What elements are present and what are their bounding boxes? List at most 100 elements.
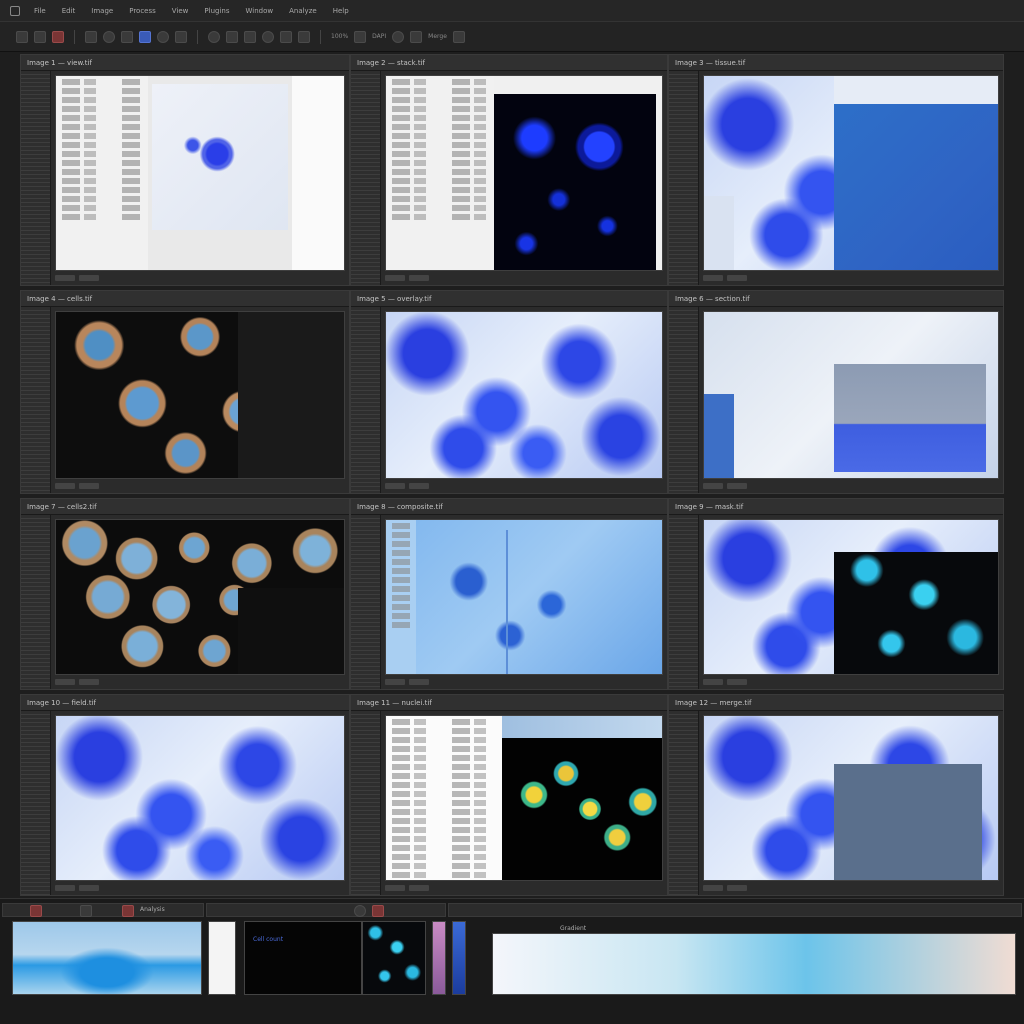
pane-header[interactable]: Image 7 — cells2.tif xyxy=(21,499,349,515)
image-pane[interactable]: Image 1 — view.tif xyxy=(20,54,350,286)
image-canvas[interactable] xyxy=(385,311,663,479)
thumbnail-strip[interactable] xyxy=(452,921,466,995)
pane-header[interactable]: Image 8 — composite.tif xyxy=(351,499,667,515)
image-canvas[interactable] xyxy=(55,311,345,479)
image-canvas[interactable] xyxy=(385,519,663,675)
inset-image xyxy=(834,364,986,472)
image-canvas[interactable] xyxy=(55,715,345,881)
close-icon[interactable] xyxy=(30,905,42,917)
pane-side-ruler xyxy=(21,71,51,285)
image-pane[interactable]: Image 8 — composite.tif xyxy=(350,498,668,690)
line-tool-icon[interactable] xyxy=(244,30,256,43)
target-icon[interactable] xyxy=(354,905,366,917)
pane-header[interactable]: Image 12 — merge.tif xyxy=(669,695,1003,711)
image-pane[interactable]: Image 12 — merge.tif xyxy=(668,694,1004,896)
point-tool-icon[interactable] xyxy=(262,30,274,43)
pane-header[interactable]: Image 1 — view.tif xyxy=(21,55,349,71)
pane-header[interactable]: Image 3 — tissue.tif xyxy=(669,55,1003,71)
menu-file[interactable]: File xyxy=(26,0,54,22)
polygon-select-icon[interactable] xyxy=(121,30,133,43)
image-canvas[interactable] xyxy=(55,75,345,271)
thumbnail-text[interactable]: Cell count xyxy=(244,921,362,995)
brush-icon[interactable] xyxy=(139,30,151,43)
image-pane[interactable]: Image 7 — cells2.tif xyxy=(20,498,350,690)
menu-edit[interactable]: Edit xyxy=(54,0,84,22)
pane-header[interactable]: Image 6 — section.tif xyxy=(669,291,1003,307)
grid-view-icon[interactable] xyxy=(452,30,465,43)
layer-icon[interactable] xyxy=(80,905,92,917)
pane-header[interactable]: Image 4 — cells.tif xyxy=(21,291,349,307)
image-pane[interactable]: Image 10 — field.tif xyxy=(20,694,350,896)
pane-title: Image 5 — overlay.tif xyxy=(357,294,432,303)
menu-analyze[interactable]: Analyze xyxy=(281,0,325,22)
text-tool-icon[interactable] xyxy=(226,30,238,43)
image-canvas[interactable] xyxy=(703,311,999,479)
thumbnail-image[interactable] xyxy=(12,921,202,995)
image-pane[interactable]: Image 5 — overlay.tif xyxy=(350,290,668,494)
split-divider[interactable] xyxy=(506,530,508,674)
record-icon[interactable] xyxy=(372,905,384,917)
channel-icon[interactable] xyxy=(354,30,367,43)
menu-process[interactable]: Process xyxy=(121,0,164,22)
toolbar-divider xyxy=(320,29,321,44)
pane-footer xyxy=(55,481,345,491)
pane-header[interactable]: Image 9 — mask.tif xyxy=(669,499,1003,515)
image-canvas[interactable] xyxy=(55,519,345,675)
image-canvas[interactable] xyxy=(703,519,999,675)
pane-header[interactable]: Image 10 — field.tif xyxy=(21,695,349,711)
oval-select-icon[interactable] xyxy=(103,30,115,43)
bottom-tab[interactable] xyxy=(206,903,446,917)
layers-icon[interactable] xyxy=(410,30,423,43)
angle-tool-icon[interactable] xyxy=(298,30,310,43)
zoom-icon[interactable] xyxy=(157,30,169,43)
image-pane[interactable]: Image 11 — nuclei.tif xyxy=(350,694,668,896)
rectangle-select-icon[interactable] xyxy=(85,30,97,43)
save-icon[interactable] xyxy=(34,30,46,43)
thumbnail-bar xyxy=(502,716,662,738)
open-file-icon[interactable] xyxy=(16,30,28,43)
file-tree-panel[interactable] xyxy=(386,716,502,880)
pane-footer xyxy=(703,677,999,687)
color-picker-icon[interactable] xyxy=(208,30,220,43)
thumbnail-image[interactable] xyxy=(362,921,426,995)
pane-side-ruler xyxy=(351,71,381,285)
image-pane[interactable]: Image 6 — section.tif xyxy=(668,290,1004,494)
cell-image xyxy=(152,84,288,230)
menu-image[interactable]: Image xyxy=(83,0,121,22)
zoom-level[interactable]: 100% xyxy=(331,33,348,40)
region-left-strip xyxy=(704,394,734,478)
zoomed-region xyxy=(834,104,998,270)
bottom-tab[interactable] xyxy=(448,903,1022,917)
image-pane[interactable]: Image 2 — stack.tif xyxy=(350,54,668,286)
empty-region xyxy=(238,588,344,674)
image-pane[interactable]: Image 3 — tissue.tif xyxy=(668,54,1004,286)
image-pane[interactable]: Image 4 — cells.tif xyxy=(20,290,350,494)
file-tree-panel[interactable] xyxy=(386,520,416,674)
image-canvas[interactable] xyxy=(703,715,999,881)
pane-footer xyxy=(703,883,999,893)
menu-view[interactable]: View xyxy=(164,0,197,22)
image-pane[interactable]: Image 9 — mask.tif xyxy=(668,498,1004,690)
image-canvas[interactable] xyxy=(385,715,663,881)
file-tree-panel[interactable] xyxy=(386,76,494,270)
mode-selector[interactable]: Merge xyxy=(428,33,447,40)
hand-icon[interactable] xyxy=(175,30,187,43)
menu-window[interactable]: Window xyxy=(237,0,281,22)
pane-side-ruler xyxy=(669,515,699,689)
record-icon[interactable] xyxy=(52,30,64,43)
pane-header[interactable]: Image 11 — nuclei.tif xyxy=(351,695,667,711)
image-canvas[interactable] xyxy=(385,75,663,271)
wand-tool-icon[interactable] xyxy=(280,30,292,43)
thumbnail-blank[interactable] xyxy=(208,921,236,995)
image-canvas[interactable] xyxy=(703,75,999,271)
menu-help[interactable]: Help xyxy=(325,0,357,22)
gradient-preview[interactable] xyxy=(492,933,1016,995)
channel-selector[interactable]: DAPI xyxy=(372,33,386,40)
menu-plugins[interactable]: Plugins xyxy=(196,0,237,22)
pane-header[interactable]: Image 5 — overlay.tif xyxy=(351,291,667,307)
thumbnail-strip[interactable] xyxy=(432,921,446,995)
settings-icon[interactable] xyxy=(392,30,405,43)
record-icon[interactable] xyxy=(122,905,134,917)
file-tree-panel[interactable] xyxy=(56,76,148,270)
pane-header[interactable]: Image 2 — stack.tif xyxy=(351,55,667,71)
